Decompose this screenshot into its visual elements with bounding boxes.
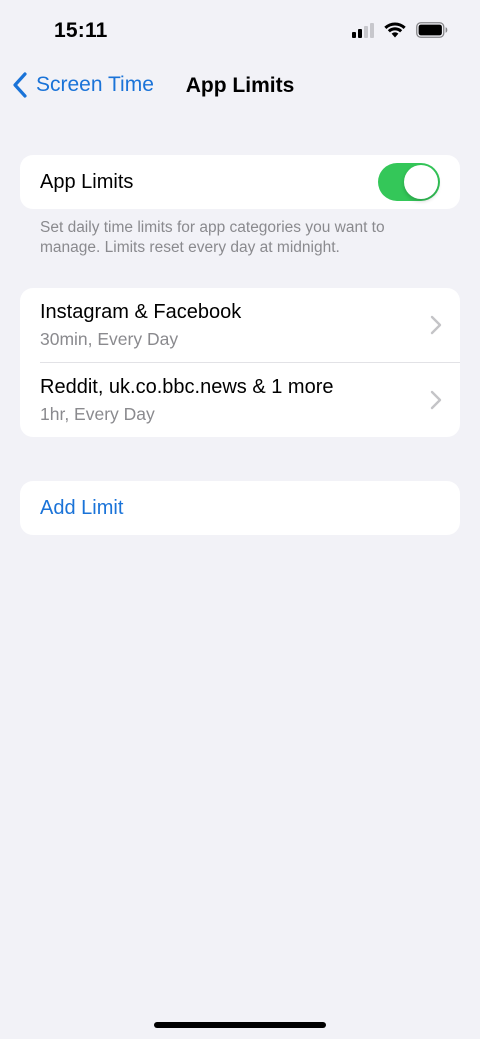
wifi-icon: [384, 22, 406, 38]
limit-row-subtitle: 1hr, Every Day: [40, 404, 155, 424]
status-icons: [352, 22, 448, 38]
status-bar: 15:11: [0, 0, 480, 64]
app-limits-description: Set daily time limits for app categories…: [40, 219, 385, 256]
chevron-right-icon: [430, 390, 442, 410]
app-limits-toggle-switch[interactable]: [378, 163, 440, 201]
limit-row-reddit-bbc[interactable]: Reddit, uk.co.bbc.news & 1 more 1hr, Eve…: [20, 363, 460, 437]
add-limit-label: Add Limit: [40, 497, 124, 519]
limit-row-instagram-facebook[interactable]: Instagram & Facebook 30min, Every Day: [20, 288, 460, 362]
limit-row-title: Reddit, uk.co.bbc.news & 1 more: [40, 376, 334, 398]
add-limit-button[interactable]: Add Limit: [20, 481, 460, 535]
status-time: 15:11: [54, 19, 108, 42]
page-title: App Limits: [185, 74, 295, 97]
chevron-right-icon: [430, 315, 442, 335]
app-limits-toggle-label: App Limits: [40, 171, 134, 193]
limit-row-subtitle: 30min, Every Day: [40, 329, 179, 349]
toggle-knob: [404, 165, 438, 199]
battery-icon: [416, 22, 448, 38]
limit-row-title: Instagram & Facebook: [40, 301, 242, 323]
cellular-signal-icon: [352, 22, 374, 38]
navigation-bar: Screen Time App Limits: [0, 64, 480, 108]
limits-list: Instagram & Facebook 30min, Every Day Re…: [20, 288, 460, 437]
app-limits-toggle-card: App Limits: [20, 155, 460, 209]
home-indicator: [154, 1022, 326, 1028]
